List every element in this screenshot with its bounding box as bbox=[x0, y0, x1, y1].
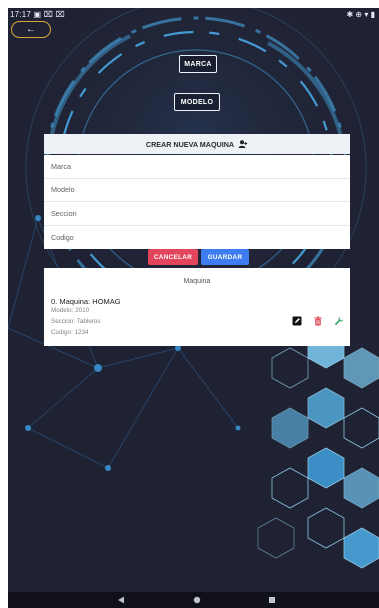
home-circle-icon bbox=[193, 596, 201, 604]
edit-icon bbox=[292, 316, 302, 326]
status-time: 17:17 bbox=[10, 10, 32, 19]
model-button[interactable]: MODELO bbox=[174, 93, 220, 111]
cancel-button[interactable]: CANCELAR bbox=[148, 249, 198, 265]
system-nav-bar bbox=[8, 592, 379, 608]
cancel-button-label: CANCELAR bbox=[153, 253, 193, 261]
brand-field-placeholder: Marca bbox=[51, 161, 71, 171]
machine-form: Marca Modelo Seccion Codigo bbox=[44, 155, 350, 249]
machine-title: 0. Maquina: HOMAG bbox=[51, 297, 121, 306]
add-user-icon bbox=[238, 140, 248, 148]
brand-button[interactable]: MARCA bbox=[179, 55, 217, 73]
section-field[interactable]: Seccion bbox=[44, 202, 350, 226]
machine-section: Seccion: Tableros bbox=[51, 318, 101, 325]
trash-icon bbox=[314, 316, 322, 326]
back-triangle-icon bbox=[118, 596, 124, 604]
nav-home-button[interactable] bbox=[192, 595, 202, 605]
model-field-placeholder: Modelo bbox=[51, 185, 75, 195]
phone-screen: 17:17 ▣ ⌧ ⌧ ✱ ⊕ ▾ ▮ ← MARCA MODELO CREAR… bbox=[8, 8, 379, 608]
nav-back-button[interactable] bbox=[116, 595, 126, 605]
save-button-label: GUARDAR bbox=[207, 253, 243, 261]
screen: 17:17 ▣ ⌧ ⌧ ✱ ⊕ ▾ ▮ ← MARCA MODELO CREAR… bbox=[0, 0, 379, 608]
nav-recent-button[interactable] bbox=[267, 595, 277, 605]
status-system-icons: ✱ ⊕ ▾ ▮ bbox=[346, 10, 376, 19]
brand-button-label: MARCA bbox=[184, 60, 212, 68]
form-title: CREAR NUEVA MAQUINA bbox=[145, 139, 235, 149]
list-title: Maquina bbox=[183, 278, 211, 285]
model-field[interactable]: Modelo bbox=[44, 179, 350, 202]
code-field-placeholder: Codigo bbox=[51, 232, 74, 242]
maintenance-button[interactable] bbox=[333, 315, 345, 327]
machine-list: Maquina 0. Maquina: HOMAG Modelo: 2010 S… bbox=[44, 268, 350, 346]
recent-square-icon bbox=[269, 597, 275, 603]
back-arrow-icon: ← bbox=[26, 24, 36, 35]
model-button-label: MODELO bbox=[180, 98, 214, 106]
brand-field[interactable]: Marca bbox=[44, 155, 350, 179]
machine-code: Codigo: 1234 bbox=[51, 329, 89, 336]
status-notification-icons: ▣ ⌧ ⌧ bbox=[33, 10, 65, 19]
wrench-icon bbox=[334, 316, 344, 326]
save-button[interactable]: GUARDAR bbox=[201, 249, 249, 265]
section-field-placeholder: Seccion bbox=[51, 208, 77, 218]
edit-button[interactable] bbox=[291, 315, 303, 327]
back-button[interactable]: ← bbox=[11, 21, 51, 38]
delete-button[interactable] bbox=[312, 315, 324, 327]
status-left: 17:17 ▣ ⌧ ⌧ bbox=[10, 8, 65, 22]
machine-model: Modelo: 2010 bbox=[51, 307, 90, 314]
code-field[interactable]: Codigo bbox=[44, 226, 350, 250]
status-bar: 17:17 ▣ ⌧ ⌧ ✱ ⊕ ▾ ▮ bbox=[8, 8, 379, 22]
form-header: CREAR NUEVA MAQUINA bbox=[44, 134, 350, 154]
